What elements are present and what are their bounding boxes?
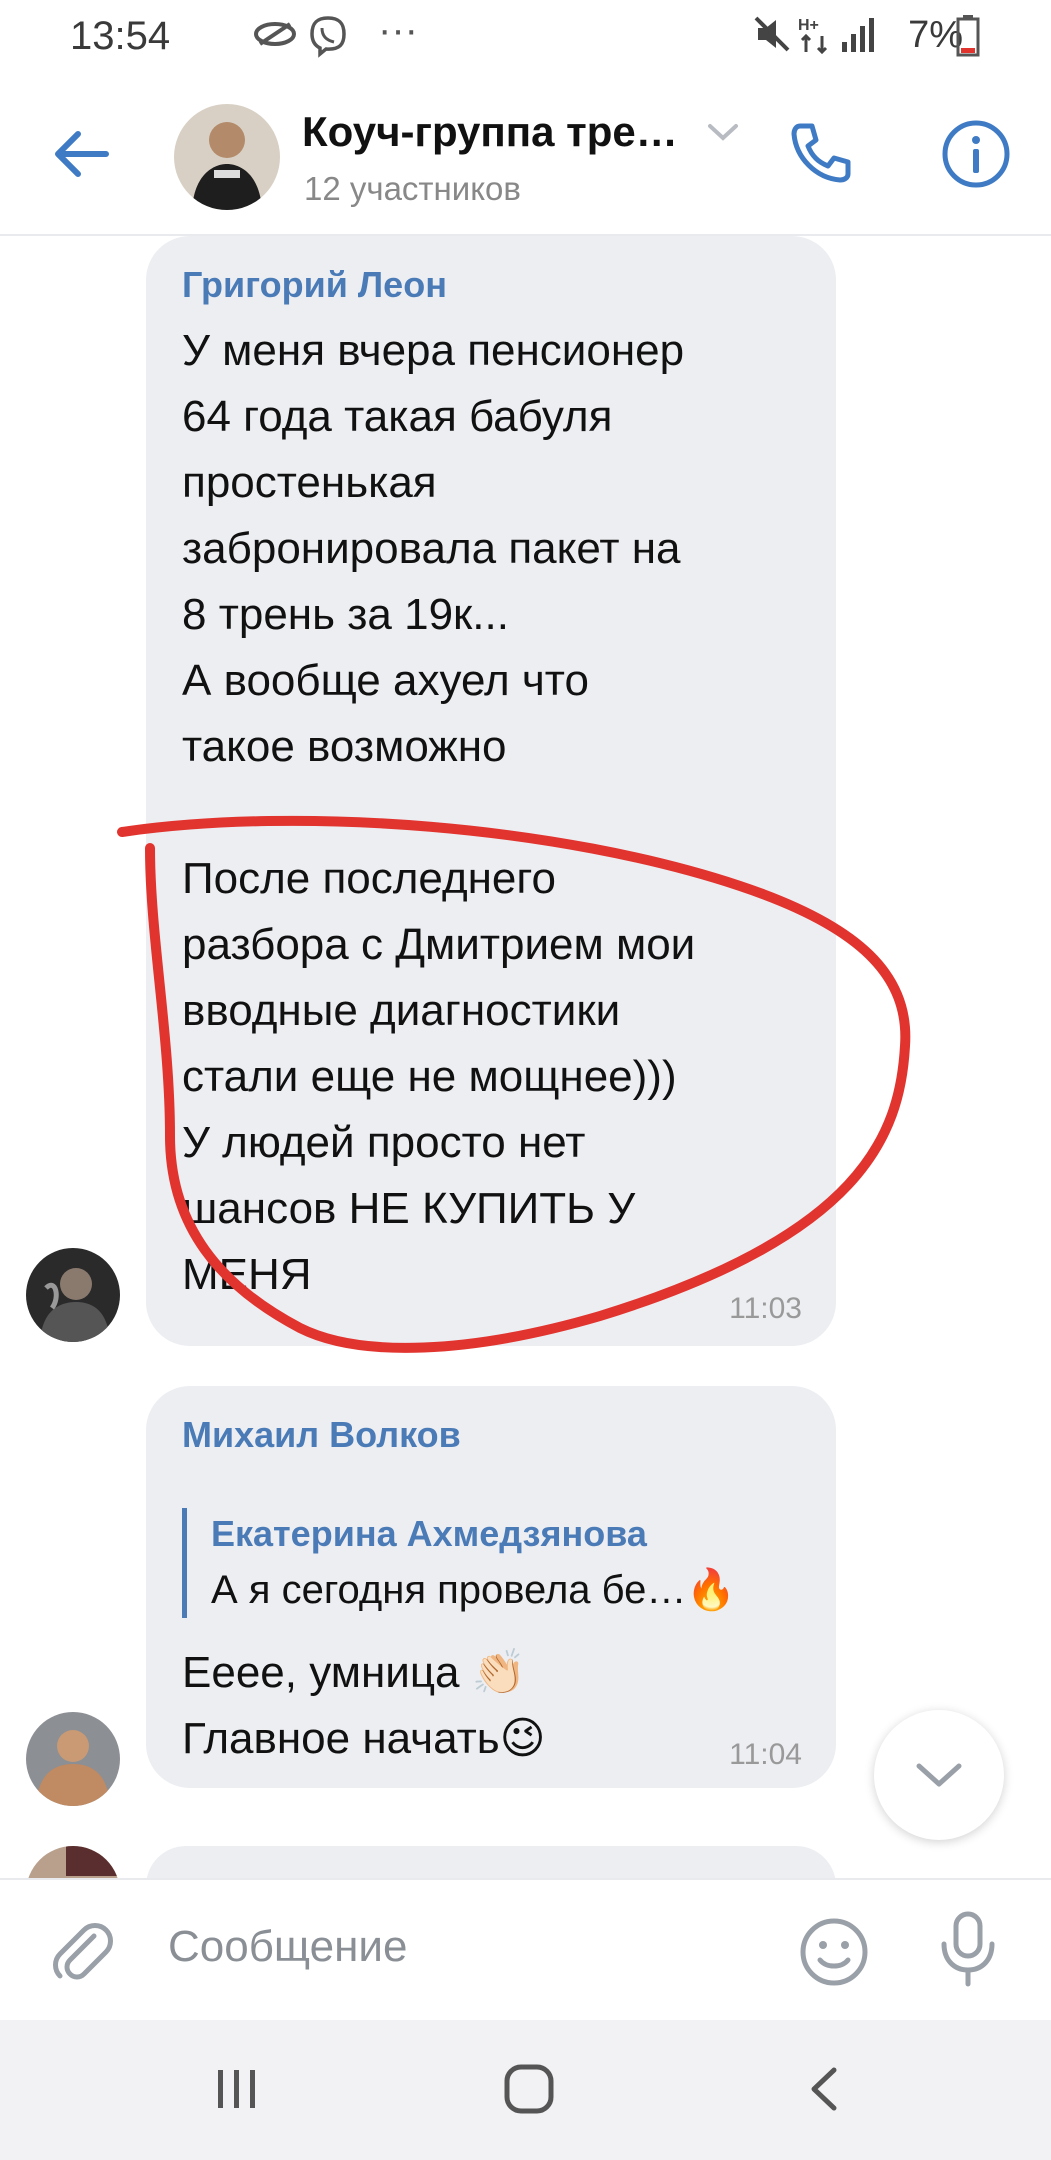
paperclip-icon[interactable] (48, 1916, 118, 1986)
sender-avatar[interactable] (26, 1248, 120, 1342)
battery-percent: 7% (908, 14, 963, 56)
scroll-down-button[interactable] (874, 1710, 1004, 1840)
recent-apps-icon[interactable] (212, 2064, 262, 2114)
status-bar: 13:54 ··· H+ 7% (0, 0, 1051, 78)
message-sender[interactable]: Григорий Леон (182, 264, 447, 306)
quote-text: А я сегодня провела бе…🔥 (211, 1568, 737, 1612)
battery-icon (956, 15, 980, 57)
message-bubble[interactable] (146, 1846, 836, 1878)
chat-header: Коуч-группа тре… 12 участников (0, 78, 1051, 236)
chat-members-count: 12 участников (304, 170, 521, 207)
message-composer: Сообщение (0, 1878, 1051, 2022)
message-text: У меня вчера пенсионер 64 года такая баб… (182, 326, 696, 1299)
message-bubble[interactable]: Михаил Волков Екатерина Ахмедзянова А я … (146, 1386, 836, 1788)
sender-avatar[interactable] (26, 1712, 120, 1806)
system-navigation-bar (0, 2020, 1051, 2160)
message-time: 11:04 (729, 1738, 802, 1771)
microphone-icon[interactable] (936, 1910, 1000, 1990)
message-sender[interactable]: Михаил Волков (182, 1414, 461, 1456)
quote-author: Екатерина Ахмедзянова (211, 1513, 647, 1554)
svg-text:H+: H+ (798, 17, 819, 34)
nav-back-icon[interactable] (804, 2064, 844, 2114)
message-input[interactable]: Сообщение (168, 1922, 407, 1972)
chevron-down-icon[interactable] (706, 122, 740, 144)
signal-icon (842, 18, 874, 52)
reply-quote[interactable]: Екатерина Ахмедзянова А я сегодня провел… (182, 1508, 736, 1618)
status-time: 13:54 (70, 14, 171, 58)
notification-icon (254, 22, 296, 46)
info-icon[interactable] (940, 118, 1012, 190)
message-list[interactable]: Григорий Леон У меня вчера пенсионер 64 … (0, 236, 1051, 1878)
message-text: Ееее, умница 👏🏻 Главное начать😉 (182, 1648, 546, 1763)
message-time: 11:03 (729, 1292, 802, 1325)
scroll-down-icon (916, 1763, 962, 1787)
sender-avatar[interactable] (26, 1846, 120, 1878)
back-arrow-icon[interactable] (50, 122, 114, 186)
home-icon[interactable] (502, 2062, 556, 2116)
mute-icon (754, 16, 790, 52)
more-notifications-icon: ··· (378, 8, 418, 52)
group-avatar[interactable] (174, 104, 280, 210)
mobile-data-icon: H+ (798, 17, 828, 54)
chat-title[interactable]: Коуч-группа тре… (302, 108, 678, 156)
viber-icon (310, 16, 346, 58)
message-bubble[interactable]: Григорий Леон У меня вчера пенсионер 64 … (146, 236, 836, 1346)
emoji-icon[interactable] (798, 1916, 870, 1988)
phone-icon[interactable] (786, 118, 856, 188)
